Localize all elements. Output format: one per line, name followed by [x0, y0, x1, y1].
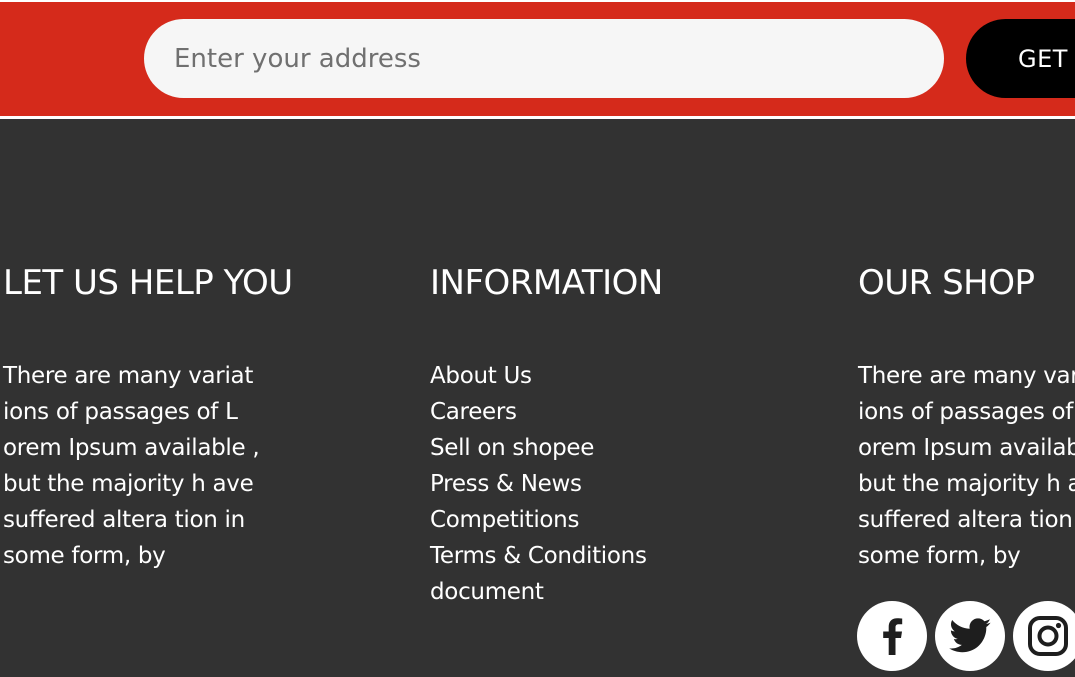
info-link-item: Press & News	[430, 466, 760, 502]
shop-text-line: orem Ipsum available ,	[858, 435, 1075, 461]
shop-text-line: ions of passages of L	[858, 399, 1075, 425]
help-text-line: suffered altera tion in	[3, 507, 245, 533]
careers-link[interactable]: Careers	[430, 399, 517, 425]
information-heading: INFORMATION	[430, 263, 663, 303]
about-us-link[interactable]: About Us	[430, 363, 532, 389]
get-button[interactable]: GET	[966, 19, 1075, 98]
press-news-link[interactable]: Press & News	[430, 471, 582, 497]
instagram-icon[interactable]	[1013, 601, 1075, 671]
terms-conditions-link[interactable]: Terms & Conditions	[430, 543, 647, 569]
twitter-icon[interactable]	[935, 601, 1005, 671]
help-text-line: ions of passages of L	[3, 399, 238, 425]
help-text-line: but the majority h ave	[3, 471, 254, 497]
shop-column: OUR SHOP There are many variat ions of p…	[858, 262, 1075, 574]
facebook-icon[interactable]	[857, 601, 927, 671]
help-heading: LET US HELP YOU	[3, 263, 293, 303]
help-text-line: There are many variat	[3, 363, 254, 389]
info-link-item: Careers	[430, 394, 760, 430]
competitions-link[interactable]: Competitions	[430, 507, 579, 533]
info-link-item: About Us	[430, 358, 760, 394]
social-links	[857, 601, 1075, 671]
info-link-item: Sell on shopee	[430, 430, 760, 466]
instagram-glyph	[1028, 616, 1068, 656]
facebook-glyph	[883, 618, 903, 655]
newsletter-band: GET	[0, 0, 1075, 116]
help-column: LET US HELP YOU There are many variat io…	[3, 262, 303, 574]
shop-text-line: suffered altera tion in	[858, 507, 1075, 533]
shop-text: There are many variat ions of passages o…	[858, 358, 1075, 574]
info-link-item: Competitions	[430, 502, 760, 538]
band-divider	[0, 116, 1075, 119]
page: GET LET US HELP YOU There are many varia…	[0, 0, 1075, 677]
document-link[interactable]: document	[430, 579, 544, 605]
information-column: INFORMATION About Us Careers Sell on sho…	[430, 262, 760, 610]
help-text: There are many variat ions of passages o…	[3, 358, 293, 574]
twitter-glyph	[949, 618, 991, 653]
shop-text-line: some form, by	[858, 543, 1021, 569]
info-link-item: document	[430, 574, 760, 610]
help-text-line: orem Ipsum available ,	[3, 435, 260, 461]
shop-heading: OUR SHOP	[858, 263, 1035, 303]
help-text-line: some form, by	[3, 543, 166, 569]
shop-text-line: but the majority h ave	[858, 471, 1075, 497]
information-links: About Us Careers Sell on shopee Press & …	[430, 358, 760, 610]
address-input[interactable]	[144, 19, 944, 98]
shop-text-line: There are many variat	[858, 363, 1075, 389]
info-link-item: Terms & Conditions	[430, 538, 760, 574]
sell-on-shopee-link[interactable]: Sell on shopee	[430, 435, 594, 461]
